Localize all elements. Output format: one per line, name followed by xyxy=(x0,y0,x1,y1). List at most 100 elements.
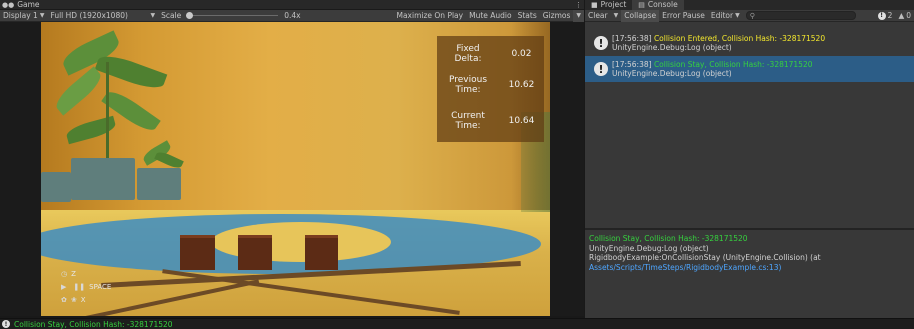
info-icon: ! xyxy=(2,320,10,328)
log-entry-selected[interactable]: ! [17:56:38] Collision Stay, Collision H… xyxy=(585,56,914,82)
clear-options-dropdown[interactable]: ▼ xyxy=(611,10,622,22)
log-entry-text: [17:56:38] Collision Entered, Collision … xyxy=(612,34,825,52)
console-detail-pane[interactable]: Collision Stay, Collision Hash: -3281715… xyxy=(585,230,914,318)
play-icon: ▶ xyxy=(61,282,67,291)
maximize-on-play-toggle[interactable]: Maximize On Play xyxy=(393,10,466,22)
clear-label: Clear xyxy=(588,10,608,20)
scale-slider[interactable] xyxy=(186,10,279,22)
clear-button[interactable]: Clear xyxy=(585,10,611,22)
log-time: [17:56:38] xyxy=(612,60,652,69)
editor-label: Editor xyxy=(710,10,734,20)
display-label: Display 1 xyxy=(3,10,38,20)
clock-icon: ◷ xyxy=(61,269,68,278)
warning-filter-toggle[interactable]: ! 2 xyxy=(875,10,896,22)
mute-audio-toggle[interactable]: Mute Audio xyxy=(466,10,514,22)
collapse-toggle[interactable]: Collapse xyxy=(621,9,660,22)
space-key-label: SPACE xyxy=(89,282,112,291)
game-tab[interactable]: ●● Game xyxy=(2,0,40,10)
maximize-on-play-label: Maximize On Play xyxy=(396,10,464,20)
chevron-down-icon: ▼ xyxy=(576,11,581,19)
info-icon: ! xyxy=(594,36,608,50)
control-row-x: ✿ ❀ X xyxy=(61,293,111,306)
controls-hint: ◷ Z ▶ ❚❚ SPACE ✿ ❀ X xyxy=(61,267,111,306)
error-pause-toggle[interactable]: Error Pause xyxy=(659,10,708,22)
z-key-label: Z xyxy=(71,269,76,278)
fixed-delta-label: Fixed Delta: xyxy=(454,44,482,64)
detail-message: Collision Stay, Collision Hash: -3281715… xyxy=(589,234,748,243)
console-tab-bar: ■ Project ▤ Console xyxy=(585,0,914,10)
resolution-chevron[interactable]: ▼ xyxy=(147,10,158,22)
chevron-down-icon: ▼ xyxy=(735,11,740,19)
x-key-label: X xyxy=(80,295,86,304)
log-message: Collision Entered, Collision Hash: -3281… xyxy=(653,34,826,43)
search-input[interactable]: ⚲ xyxy=(745,11,856,20)
log-entry[interactable]: ! [17:56:38] Collision Entered, Collisio… xyxy=(585,30,914,56)
chevron-down-icon: ▼ xyxy=(613,11,619,19)
folder-icon: ■ xyxy=(591,1,598,9)
tab-console[interactable]: ▤ Console xyxy=(632,0,684,10)
gamepad-icon: ●● xyxy=(2,1,15,9)
game-viewport[interactable]: Fixed Delta: 0.02 Previous Time: 10.62 C… xyxy=(41,22,550,316)
collapse-label: Collapse xyxy=(624,10,657,20)
current-time-value: 10.64 xyxy=(508,116,535,126)
status-bar[interactable]: ! Collision Stay, Collision Hash: -32817… xyxy=(0,318,914,329)
editor-dropdown[interactable]: Editor ▼ xyxy=(708,10,743,22)
info-icon: ! xyxy=(877,11,886,20)
game-tab-bar: ●● Game ⋮ xyxy=(0,0,584,10)
detail-source-link[interactable]: Assets/Scripts/TimeSteps/RigidbodyExampl… xyxy=(589,263,910,273)
scale-value: 0.4x xyxy=(284,10,301,20)
error-count: 0 xyxy=(906,10,911,20)
resolution-dropdown[interactable]: Full HD (1920x1080) xyxy=(47,10,147,22)
log-time: [17:56:38] xyxy=(612,34,652,43)
time-info-panel: Fixed Delta: 0.02 Previous Time: 10.62 C… xyxy=(437,36,544,142)
stats-toggle[interactable]: Stats xyxy=(515,10,540,22)
scale-label: Scale xyxy=(161,10,182,20)
rabbit-icon: ✿ xyxy=(61,295,67,304)
status-message: Collision Stay, Collision Hash: -3281715… xyxy=(14,319,173,329)
control-row-space: ▶ ❚❚ SPACE xyxy=(61,280,111,293)
gizmos-toggle[interactable]: Gizmos xyxy=(540,10,574,22)
scale-control: Scale 0.4x xyxy=(158,10,304,22)
warning-triangle-icon: ▲ xyxy=(898,10,905,20)
tab-project[interactable]: ■ Project xyxy=(585,0,632,10)
scale-thumb[interactable] xyxy=(186,12,194,19)
fixed-delta-value: 0.02 xyxy=(511,49,532,59)
plant-pot xyxy=(137,168,181,200)
log-source: UnityEngine.Debug:Log (object) xyxy=(612,43,732,52)
log-entry-text: [17:56:38] Collision Stay, Collision Has… xyxy=(612,60,813,78)
previous-time-label: Previous Time: xyxy=(448,75,488,95)
console-toolbar: Clear ▼ Collapse Error Pause Editor ▼ ⚲ … xyxy=(585,9,914,22)
fixed-delta-row: Fixed Delta: 0.02 xyxy=(437,42,544,66)
cube xyxy=(305,235,338,270)
gizmos-label: Gizmos xyxy=(542,10,571,20)
previous-time-row: Previous Time: 10.62 xyxy=(437,73,544,97)
resolution-label: Full HD (1920x1080) xyxy=(50,10,128,20)
detail-stack-line: RigidbodyExample:OnCollisionStay (UnityE… xyxy=(589,253,821,262)
pause-icon: ❚❚ xyxy=(73,282,86,291)
info-icon: ! xyxy=(594,62,608,76)
warning-count: 2 xyxy=(887,10,893,20)
log-message: Collision Stay, Collision Hash: -3281715… xyxy=(653,60,813,69)
scale-track xyxy=(186,15,279,16)
cube xyxy=(180,235,215,270)
control-row-z: ◷ Z xyxy=(61,267,111,280)
turtle-icon: ❀ xyxy=(70,295,77,304)
current-time-row: Current Time: 10.64 xyxy=(437,109,544,133)
chevron-down-icon: ▼ xyxy=(150,11,156,19)
console-log-list[interactable]: ! [17:56:38] Collision Entered, Collisio… xyxy=(585,22,914,228)
error-filter-toggle[interactable]: ▲ 0 xyxy=(895,10,914,22)
mute-audio-label: Mute Audio xyxy=(469,10,512,20)
console-icon: ▤ xyxy=(638,1,645,9)
game-tab-label: Game xyxy=(17,0,40,9)
more-options-icon[interactable]: ⋮ xyxy=(575,0,582,10)
search-icon: ⚲ xyxy=(749,11,755,20)
tab-project-label: Project xyxy=(600,0,627,9)
log-source: UnityEngine.Debug:Log (object) xyxy=(612,69,732,78)
current-time-label: Current Time: xyxy=(451,111,485,131)
gizmos-dropdown[interactable]: ▼ xyxy=(573,9,584,22)
detail-stack-line: UnityEngine.Debug:Log (object) xyxy=(589,243,709,253)
display-dropdown[interactable]: Display 1 ▼ xyxy=(0,10,47,22)
plant-pot xyxy=(71,158,135,200)
error-pause-label: Error Pause xyxy=(662,10,705,20)
stats-label: Stats xyxy=(517,10,537,20)
